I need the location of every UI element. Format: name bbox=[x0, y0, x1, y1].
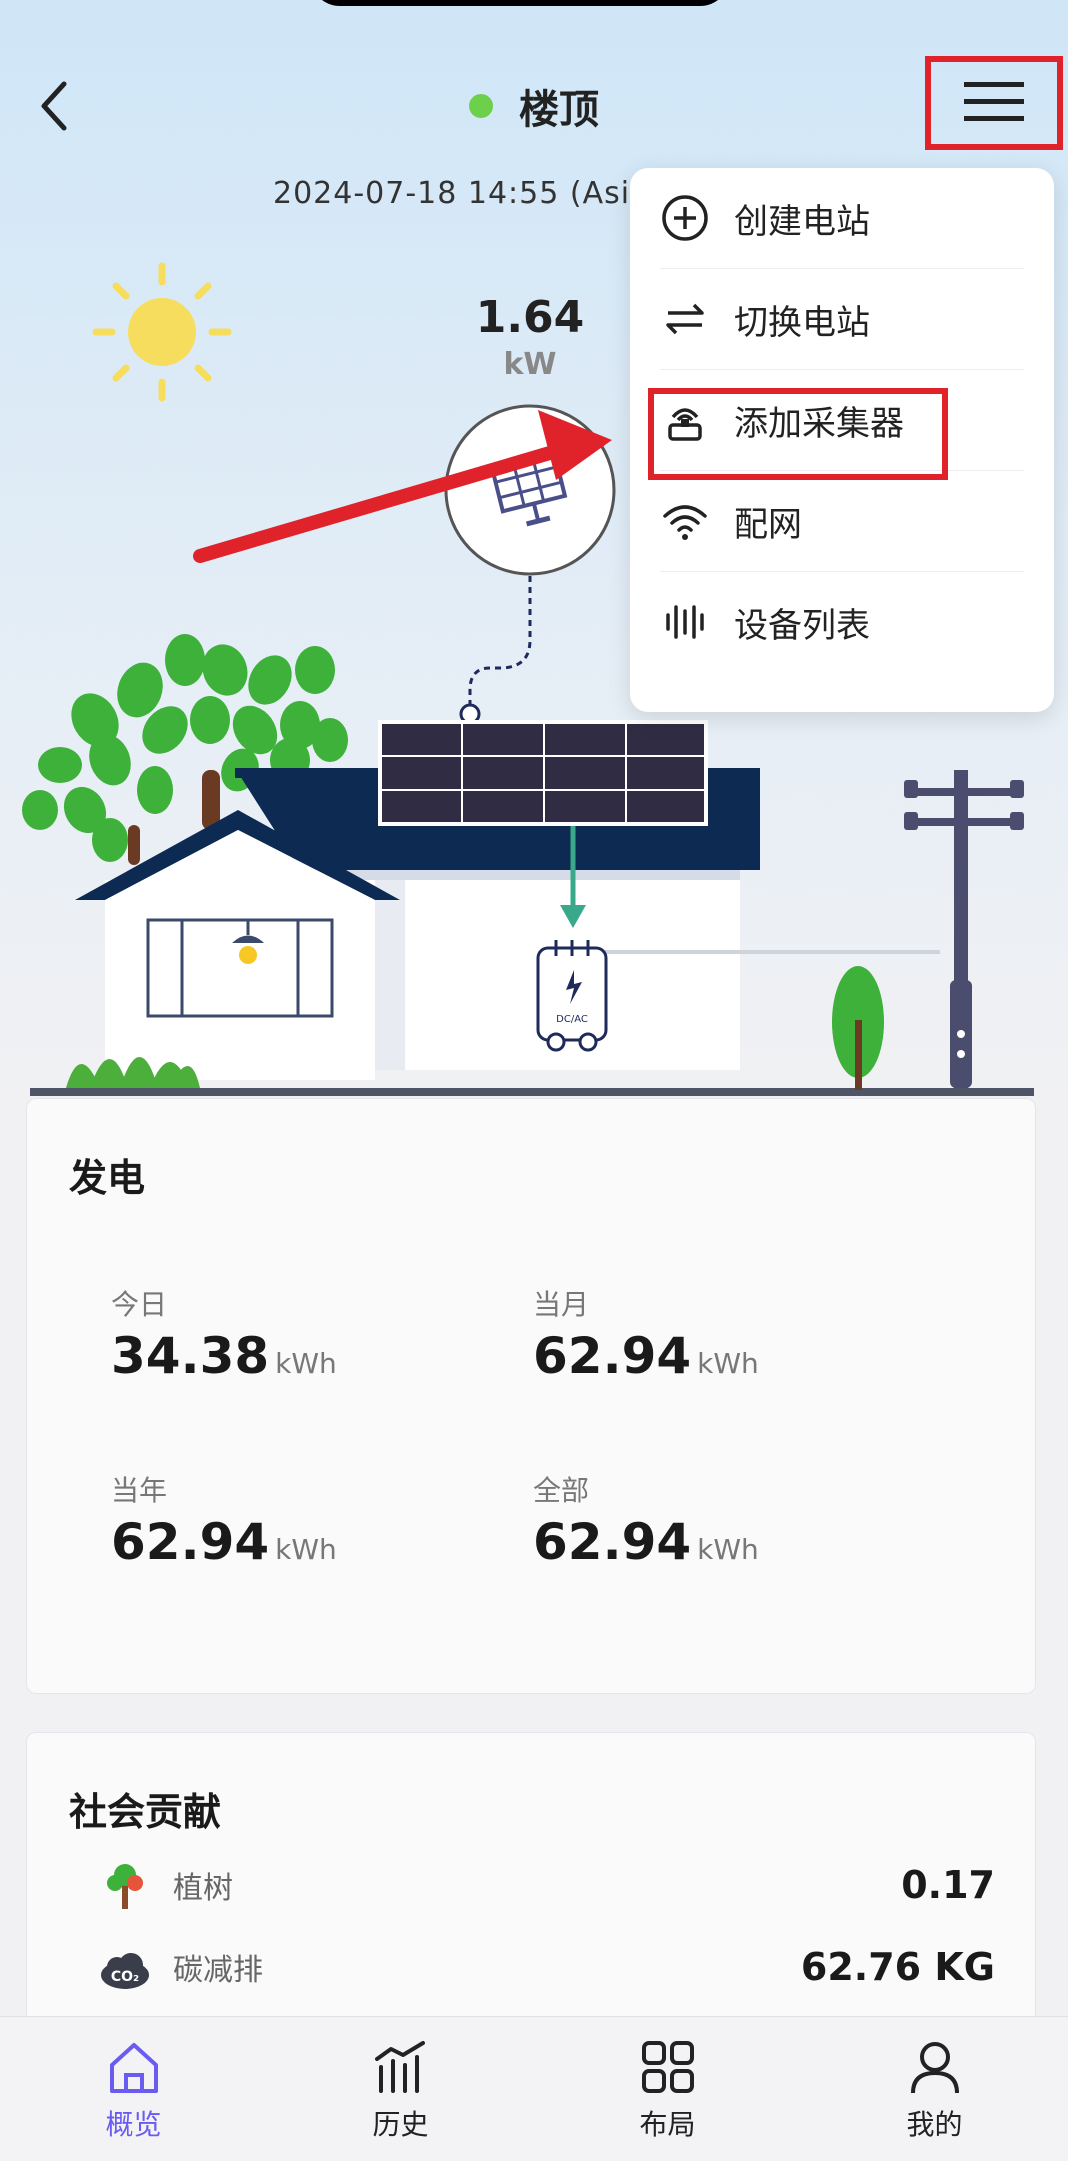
social-title: 社会贡献 bbox=[69, 1790, 222, 1834]
tab-mine[interactable]: 我的 bbox=[801, 2017, 1068, 2161]
social-row-label: 碳减排 bbox=[173, 1953, 263, 1988]
inverter-icon: DC/AC bbox=[536, 940, 608, 1052]
social-contribution-card: 社会贡献 植树 0.17 CO₂ 碳减排 62.76 KG bbox=[26, 1732, 1036, 2034]
grid-icon bbox=[641, 2041, 694, 2093]
stat-total: 全部 62.94 kWh bbox=[533, 1469, 759, 1571]
stat-label: 全部 bbox=[533, 1474, 590, 1507]
stat-label: 当年 bbox=[111, 1474, 168, 1507]
stat-label: 当月 bbox=[533, 1288, 590, 1321]
stat-unit: kWh bbox=[697, 1533, 759, 1566]
social-row-label: 植树 bbox=[173, 1871, 233, 1906]
annotation-arrow bbox=[193, 410, 612, 563]
tab-history[interactable]: 历史 bbox=[267, 2017, 534, 2161]
social-row-value: 0.17 bbox=[901, 1863, 995, 1907]
social-row-tree: 植树 0.17 bbox=[97, 1855, 995, 1915]
tab-label: 历史 bbox=[372, 2108, 429, 2141]
stat-unit: kWh bbox=[275, 1347, 337, 1380]
bottom-tab-bar: 概览 历史 布局 我的 bbox=[0, 2016, 1068, 2161]
stat-month: 当月 62.94 kWh bbox=[533, 1283, 759, 1385]
home-icon bbox=[109, 2043, 158, 2093]
stat-value: 62.94 bbox=[533, 1513, 692, 1571]
generation-card: 发电 今日 34.38 kWh 当月 62.94 kWh 当年 62.94 kWh 全… bbox=[26, 1098, 1036, 1694]
tab-layout[interactable]: 布局 bbox=[534, 2017, 801, 2161]
stat-label: 今日 bbox=[111, 1288, 168, 1321]
svg-text:CO₂: CO₂ bbox=[111, 1969, 139, 1985]
tree-icon bbox=[107, 1864, 143, 1909]
stat-unit: kWh bbox=[697, 1347, 759, 1380]
stat-value: 62.94 bbox=[111, 1513, 270, 1571]
tab-overview[interactable]: 概览 bbox=[0, 2017, 267, 2161]
tab-label: 布局 bbox=[639, 2108, 696, 2141]
co2-cloud-icon: CO₂ bbox=[101, 1953, 149, 1989]
tab-label: 概览 bbox=[105, 2108, 162, 2141]
generation-title: 发电 bbox=[69, 1156, 146, 1200]
stat-value: 62.94 bbox=[533, 1327, 692, 1385]
social-row-co2: CO₂ 碳减排 62.76 KG bbox=[97, 1937, 995, 1997]
user-icon bbox=[910, 2042, 959, 2094]
stat-unit: kWh bbox=[275, 1533, 337, 1566]
stat-today: 今日 34.38 kWh bbox=[111, 1283, 337, 1385]
chart-icon bbox=[374, 2041, 425, 2093]
stat-year: 当年 62.94 kWh bbox=[111, 1469, 337, 1571]
stat-value: 34.38 bbox=[111, 1327, 270, 1385]
social-row-value: 62.76 KG bbox=[800, 1945, 995, 1989]
tab-label: 我的 bbox=[906, 2108, 963, 2141]
svg-text:DC/AC: DC/AC bbox=[556, 1014, 588, 1025]
